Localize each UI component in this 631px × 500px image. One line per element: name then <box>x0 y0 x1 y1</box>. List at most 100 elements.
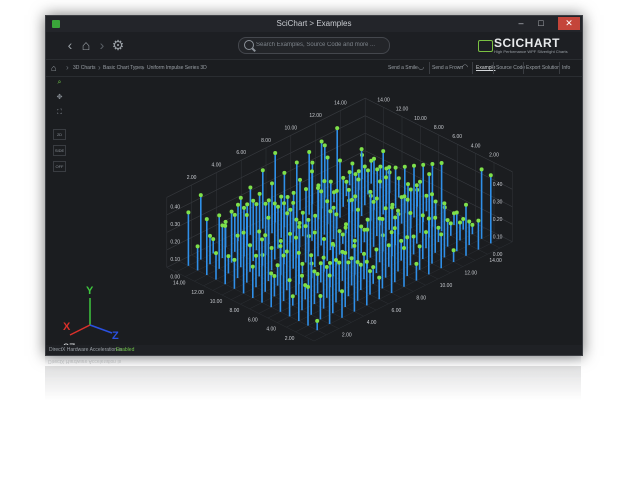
impulse-marker <box>427 172 432 177</box>
app-window: SciChart > Examples – □ ✕ ‹ ⌂ › ⚙ SCICHA… <box>45 15 583 356</box>
impulse-marker <box>433 199 438 204</box>
breadcrumb-item[interactable]: Uniform Impulse Series 3D <box>147 65 207 71</box>
impulse-marker <box>282 201 286 206</box>
status-value: Enabled <box>116 347 135 353</box>
impulse-marker <box>276 204 280 209</box>
y-tick-label: 0.00 <box>170 275 180 281</box>
impulse-marker <box>266 198 271 203</box>
title-bar: SciChart > Examples – □ ✕ <box>46 16 582 32</box>
impulse-marker <box>344 179 349 184</box>
impulse-marker <box>393 215 398 220</box>
impulse-marker <box>359 147 364 152</box>
impulse-marker <box>380 217 385 222</box>
impulse-marker <box>296 250 301 255</box>
impulse-marker <box>309 253 314 258</box>
impulse-marker <box>321 255 326 260</box>
z-tick-label: 2.00 <box>342 333 352 339</box>
export-solution-button[interactable]: Export Solution <box>526 65 560 71</box>
impulse-marker <box>476 218 481 223</box>
x-tick-label: 10.00 <box>210 299 223 305</box>
reflection-body <box>45 366 581 401</box>
impulse-marker <box>273 151 278 156</box>
impulse-marker <box>250 264 255 269</box>
impulse-marker <box>393 165 398 170</box>
x-tick-label: 14.00 <box>173 281 186 287</box>
impulse-marker <box>242 205 246 210</box>
tab-source-code[interactable]: Source Code <box>496 65 525 71</box>
impulse-marker <box>383 206 388 211</box>
impulse-marker <box>365 227 370 232</box>
navigation-bar: ‹ ⌂ › ⚙ SCICHART High Performance WPF Si… <box>46 32 582 59</box>
impulse-marker <box>350 161 355 166</box>
impulse-marker <box>341 175 346 180</box>
impulse-marker <box>294 160 299 165</box>
send-frown-button[interactable]: Send a Frown <box>432 65 463 71</box>
impulse-marker <box>263 201 268 206</box>
impulse-marker <box>285 211 290 216</box>
impulse-marker <box>328 260 332 265</box>
impulse-marker <box>412 163 416 168</box>
impulse-marker <box>337 260 342 265</box>
impulse-marker <box>337 229 342 234</box>
impulse-marker <box>454 210 459 215</box>
impulse-marker <box>288 231 292 236</box>
chevron-left-icon[interactable]: ‹ <box>62 37 78 53</box>
impulse-marker <box>479 167 484 172</box>
impulse-marker <box>272 201 277 206</box>
z-tick-label: 2.00 <box>187 175 197 181</box>
home-icon[interactable]: ⌂ <box>51 63 61 73</box>
impulse-marker <box>366 168 370 173</box>
reflection-bar: DirectX Hardware Acceleration is <box>45 356 581 366</box>
impulse-marker <box>405 197 410 202</box>
impulse-marker <box>467 219 472 224</box>
home-icon[interactable]: ⌂ <box>78 37 94 53</box>
impulse-marker <box>312 269 317 274</box>
impulse-marker <box>285 195 290 200</box>
impulse-marker <box>322 143 327 148</box>
impulse-marker <box>387 165 392 170</box>
impulse-marker <box>287 278 292 283</box>
maximize-button[interactable]: □ <box>532 17 550 30</box>
impulse-marker <box>405 235 410 240</box>
impulse-marker <box>328 179 333 184</box>
tab-info[interactable]: Info <box>562 65 570 71</box>
impulse-marker <box>330 241 335 246</box>
divider <box>523 62 524 74</box>
impulse-marker <box>248 185 253 190</box>
impulse-marker <box>300 210 305 215</box>
impulse-marker <box>343 250 348 255</box>
x-tick-label: 12.00 <box>191 290 204 296</box>
impulse-marker <box>349 256 354 261</box>
impulse-marker <box>406 182 410 187</box>
gear-icon[interactable]: ⚙ <box>110 37 126 53</box>
close-button[interactable]: ✕ <box>558 17 580 30</box>
impulse-marker <box>195 244 200 249</box>
impulse-marker <box>389 230 394 235</box>
impulse-marker <box>294 235 298 240</box>
chevron-right-icon[interactable]: › <box>94 37 110 53</box>
impulse-marker <box>364 259 369 264</box>
impulse-marker <box>291 190 296 195</box>
impulse-marker <box>310 160 315 165</box>
impulse-marker <box>386 243 391 248</box>
scichart-logo: SCICHART High Performance WPF Silverligh… <box>478 36 572 55</box>
impulse-marker <box>303 224 308 229</box>
impulse-marker <box>378 179 382 184</box>
impulse-3d-chart[interactable]: 2.00 4.00 6.00 8.00 10.00 12.00 14.00 2.00 4.00 6… <box>46 76 582 345</box>
impulse-marker <box>464 202 468 207</box>
impulse-marker <box>356 177 361 182</box>
impulse-marker <box>334 188 339 193</box>
breadcrumb-item[interactable]: Basic Chart Types <box>103 65 143 71</box>
impulse-marker <box>424 193 429 198</box>
impulse-marker <box>217 213 222 218</box>
search-input[interactable] <box>256 39 381 50</box>
impulse-marker <box>338 158 342 163</box>
send-smile-button[interactable]: Send a Smile <box>388 65 418 71</box>
impulse-marker <box>355 260 360 265</box>
search-box[interactable] <box>238 37 390 54</box>
y-tick-label: 0.00 <box>493 252 503 258</box>
breadcrumb-item[interactable]: 3D Charts <box>73 65 96 71</box>
impulse-marker <box>223 223 228 228</box>
impulse-marker <box>461 217 466 222</box>
minimize-button[interactable]: – <box>512 17 530 30</box>
